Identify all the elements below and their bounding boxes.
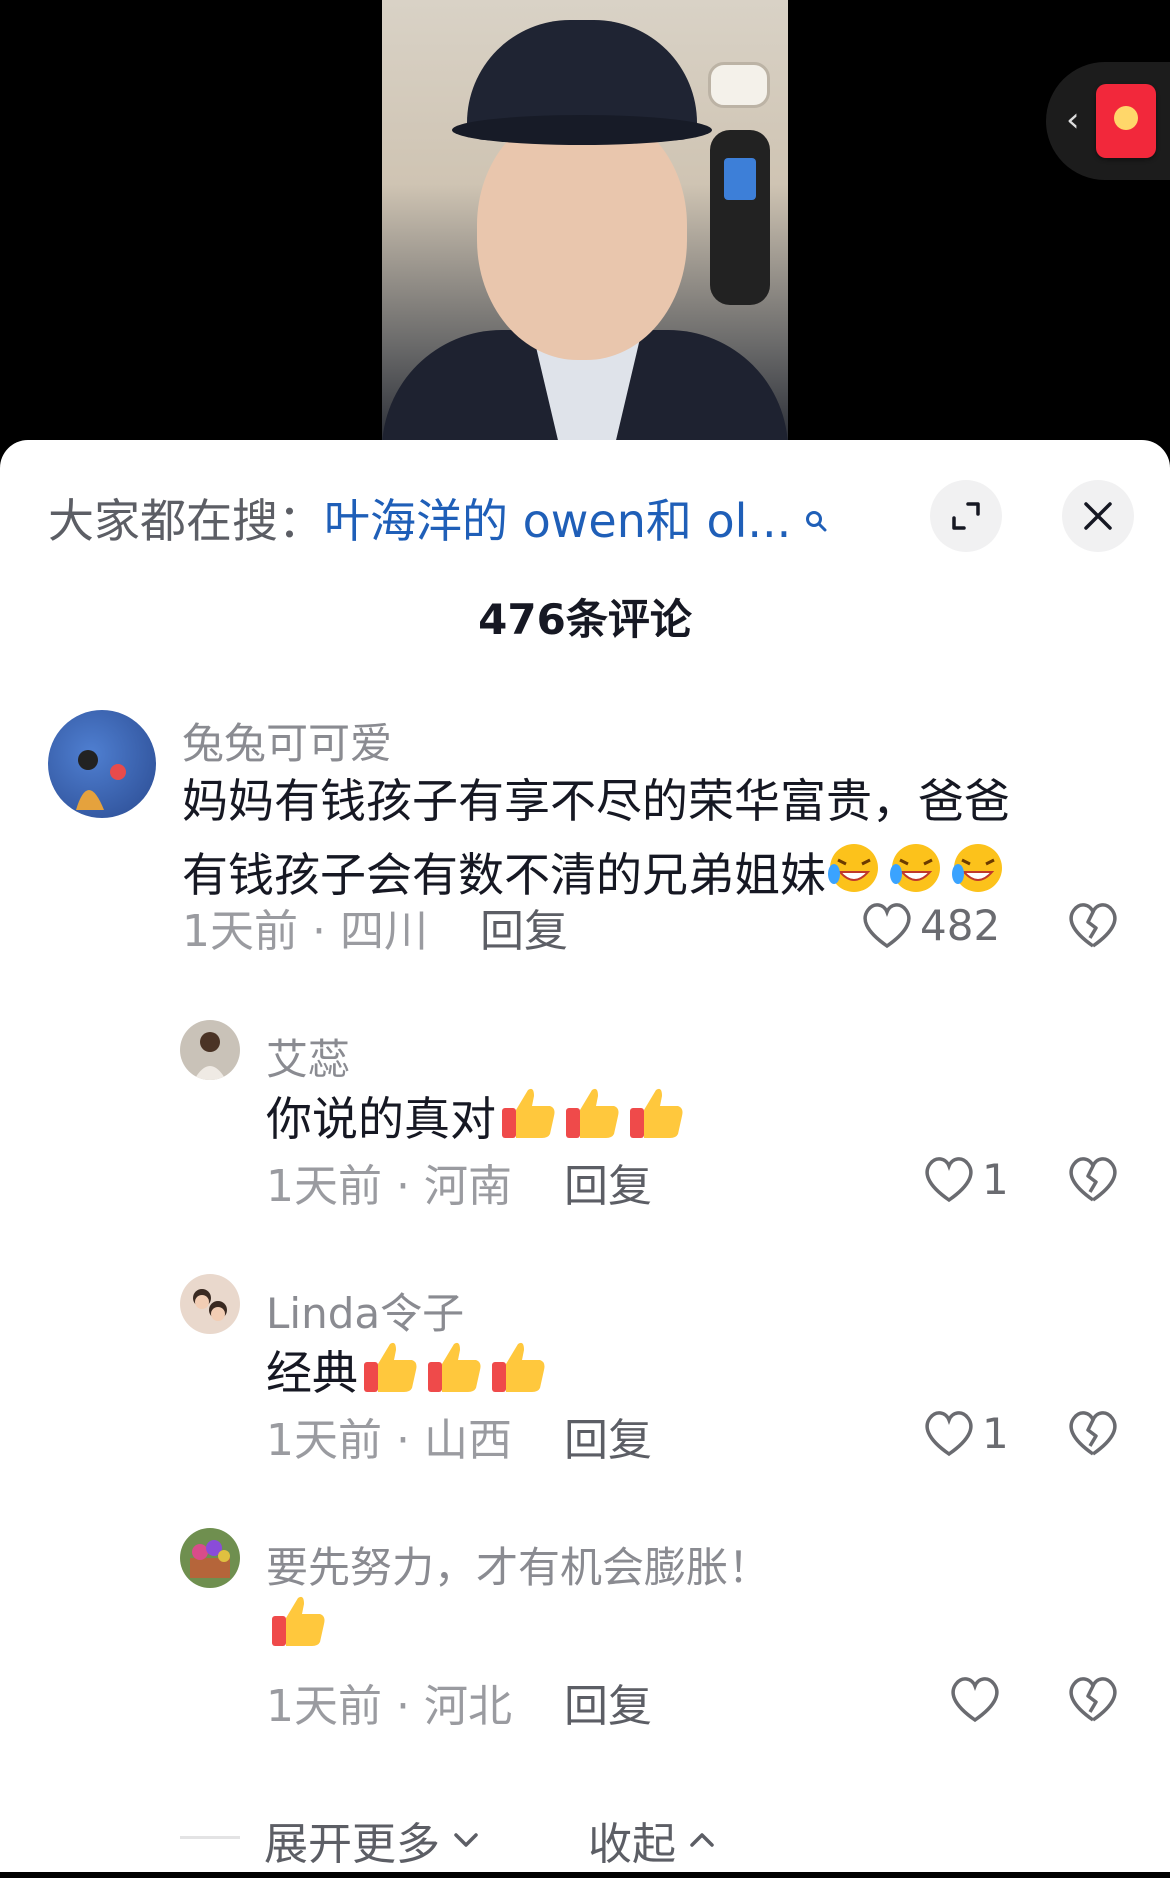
close-icon [1084,502,1112,530]
comment-meta: 1天前 · 四川 回复 [182,895,568,959]
comment-sheet: 大家都在搜： 叶海洋的 owen和 ol... 476条评论 兔兔可可爱 妈妈有… [0,440,1170,1872]
like-button[interactable]: 1 [922,1408,1009,1458]
comment-text-content: 经典 [266,1346,358,1400]
comment-time-location: 1天前 · 河北 [266,1681,512,1732]
broken-heart-icon [1069,1677,1117,1722]
red-packet-tab[interactable]: ‹ [1046,62,1170,180]
comment-text-line: 妈妈有钱孩子有享不尽的荣华富贵，爸爸 [182,774,1010,828]
comment-text [266,1590,328,1671]
broken-heart-icon [1069,1157,1117,1202]
person-cap-brim [452,115,712,145]
search-suggestion[interactable]: 大家都在搜： 叶海洋的 owen和 ol... [48,488,827,548]
avatar[interactable] [180,1020,240,1080]
reply-button[interactable]: 回复 [564,1670,652,1734]
expand-more-button[interactable]: 展开更多 [264,1808,484,1872]
collapse-label: 收起 [588,1819,676,1870]
video-player[interactable]: ‹ [0,0,1170,460]
comment-username[interactable]: Linda令子 [266,1280,464,1341]
collapse-button[interactable]: 收起 [588,1808,720,1872]
expand-icon [952,502,980,530]
chevron-down-icon [454,1833,478,1847]
reply-button[interactable]: 回复 [564,1404,652,1468]
avatar[interactable] [180,1528,240,1588]
like-count: 1 [982,1154,1009,1204]
like-count: 482 [920,900,1001,950]
comment-username[interactable]: 艾蕊 [266,1026,350,1087]
search-query-link[interactable]: 叶海洋的 owen和 ol... [324,485,791,551]
like-button[interactable]: 482 [860,900,1000,950]
close-button[interactable] [1062,480,1134,552]
heart-icon [951,1677,999,1723]
comment-text-line2: 有钱孩子会有数不清的兄弟姐妹 [182,848,826,902]
like-count: 1 [982,1408,1009,1458]
expand-button[interactable] [930,480,1002,552]
comment-text-content: 你说的真对 [266,1092,496,1146]
dislike-button[interactable] [1066,900,1120,954]
comment-meta: 1天前 · 河南 回复 [266,1150,652,1214]
heart-icon [863,903,911,949]
cabin-window [708,62,770,108]
comment-meta: 1天前 · 河北 回复 [266,1670,652,1734]
reply-button[interactable]: 回复 [564,1150,652,1214]
heart-icon [925,1411,973,1457]
dislike-button[interactable] [1066,1154,1120,1208]
chevron-up-icon [690,1833,714,1847]
comment-item: 要先努力，才有机会膨胀！ 1天前 · 河北 回复 [0,1528,1170,1738]
comment-time-location: 1天前 · 河南 [266,1161,512,1212]
search-prefix: 大家都在搜： [48,494,324,548]
like-button[interactable]: 1 [922,1154,1009,1204]
broken-heart-icon [1069,903,1117,948]
chevron-left-icon: ‹ [1066,100,1080,140]
like-button[interactable] [948,1674,1008,1724]
avatar[interactable] [48,710,156,818]
video-frame [382,0,788,460]
dislike-button[interactable] [1066,1674,1120,1728]
expand-more-label: 展开更多 [264,1819,440,1870]
person-face [477,110,687,360]
avatar[interactable] [180,1274,240,1334]
comment-username[interactable]: 要先努力，才有机会膨胀！ [266,1534,770,1595]
search-icon[interactable] [805,489,827,532]
comment-item: 艾蕊 你说的真对 1天前 · 河南 回复 1 [0,1020,1170,1220]
red-packet-icon[interactable] [1096,84,1156,158]
comment-item: Linda令子 经典 1天前 · 山西 回复 1 [0,1274,1170,1474]
dislike-button[interactable] [1066,1408,1120,1462]
reply-button[interactable]: 回复 [480,895,568,959]
divider [180,1836,240,1839]
heart-icon [925,1157,973,1203]
replies-footer: 展开更多 收起 [0,1798,1170,1878]
comment-item: 兔兔可可爱 妈妈有钱孩子有享不尽的荣华富贵，爸爸 有钱孩子会有数不清的兄弟姐妹 … [0,710,1170,970]
thumbs-up-emoji [266,1590,328,1671]
comment-meta: 1天前 · 山西 回复 [266,1404,652,1468]
comment-username[interactable]: 兔兔可可爱 [182,710,392,771]
broken-heart-icon [1069,1411,1117,1456]
seat-control-panel [710,130,770,305]
comment-count: 476条评论 [478,595,692,644]
comment-time-location: 1天前 · 四川 [182,906,428,957]
comment-time-location: 1天前 · 山西 [266,1415,512,1466]
